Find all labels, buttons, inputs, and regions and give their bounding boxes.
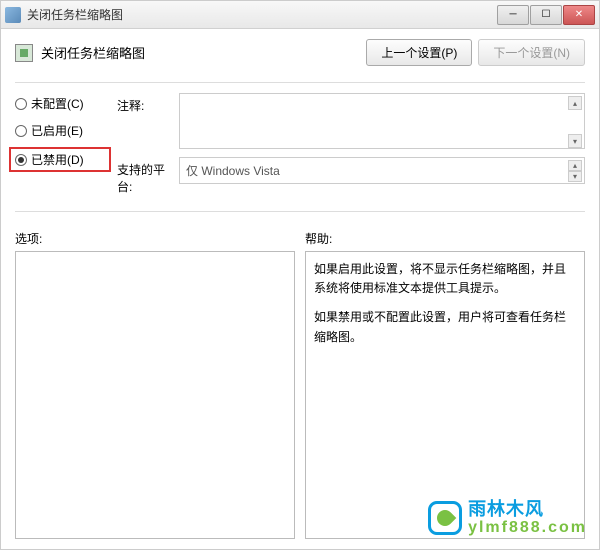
spin-down-icon[interactable]: ▾ — [568, 134, 582, 148]
watermark-text: 雨林木风 ylmf888.com — [468, 500, 587, 537]
minimize-button[interactable]: ─ — [497, 5, 529, 25]
comment-label: 注释: — [117, 93, 179, 114]
radio-disabled[interactable]: 已禁用(D) — [15, 151, 105, 168]
help-box: 如果启用此设置，将不显示任务栏缩略图，并且系统将使用标准文本提供工具提示。 如果… — [305, 251, 585, 539]
radio-enabled[interactable]: 已启用(E) — [15, 122, 105, 139]
platform-value: 仅 Windows Vista — [186, 164, 280, 178]
highlight-annotation: 已禁用(D) — [9, 147, 111, 172]
maximize-button[interactable]: ☐ — [530, 5, 562, 25]
radio-column: 未配置(C) 已启用(E) 已禁用(D) — [15, 93, 105, 203]
platform-row: 支持的平台: 仅 Windows Vista ▴ ▾ — [117, 157, 585, 195]
help-paragraph: 如果禁用或不配置此设置，用户将可查看任务栏缩略图。 — [314, 308, 576, 346]
app-icon — [5, 7, 21, 23]
divider — [15, 211, 585, 212]
help-paragraph: 如果启用此设置，将不显示任务栏缩略图，并且系统将使用标准文本提供工具提示。 — [314, 260, 576, 298]
leaf-icon — [434, 507, 457, 530]
next-setting-button: 下一个设置(N) — [478, 39, 585, 66]
window-controls: ─ ☐ ✕ — [496, 5, 595, 25]
comment-input[interactable]: ▴ ▾ — [179, 93, 585, 149]
radio-dot-icon — [15, 154, 27, 166]
platform-box: 仅 Windows Vista ▴ ▾ — [179, 157, 585, 184]
help-panel: 帮助: 如果启用此设置，将不显示任务栏缩略图，并且系统将使用标准文本提供工具提示… — [305, 230, 585, 539]
spin-buttons: ▴ ▾ — [568, 96, 582, 148]
watermark-logo-icon — [428, 501, 462, 535]
previous-setting-button[interactable]: 上一个设置(P) — [366, 39, 472, 66]
radio-label: 已启用(E) — [31, 122, 83, 139]
spin-buttons: ▴ ▾ — [568, 160, 582, 181]
divider — [15, 82, 585, 83]
radio-not-configured[interactable]: 未配置(C) — [15, 95, 105, 112]
platform-label: 支持的平台: — [117, 157, 179, 195]
nav-buttons: 上一个设置(P) 下一个设置(N) — [366, 39, 585, 66]
spin-up-icon[interactable]: ▴ — [568, 96, 582, 110]
fields-column: 注释: ▴ ▾ 支持的平台: 仅 Windows Vista ▴ ▾ — [117, 93, 585, 203]
spin-up-icon[interactable]: ▴ — [568, 160, 582, 171]
watermark: 雨林木风 ylmf888.com — [428, 500, 587, 537]
watermark-url: ylmf888.com — [468, 519, 587, 537]
radio-dot-icon — [15, 125, 27, 137]
spin-down-icon[interactable]: ▾ — [568, 171, 582, 182]
lower-section: 选项: 帮助: 如果启用此设置，将不显示任务栏缩略图，并且系统将使用标准文本提供… — [15, 230, 585, 539]
header-row: 关闭任务栏缩略图 上一个设置(P) 下一个设置(N) — [15, 39, 585, 66]
close-button[interactable]: ✕ — [563, 5, 595, 25]
watermark-brand: 雨林木风 — [468, 500, 587, 520]
radio-dot-icon — [15, 98, 27, 110]
policy-title: 关闭任务栏缩略图 — [41, 43, 366, 62]
comment-row: 注释: ▴ ▾ — [117, 93, 585, 149]
options-label: 选项: — [15, 230, 295, 247]
options-panel: 选项: — [15, 230, 295, 539]
policy-icon — [15, 44, 33, 62]
titlebar: 关闭任务栏缩略图 ─ ☐ ✕ — [1, 1, 599, 29]
radio-label: 已禁用(D) — [31, 151, 84, 168]
options-box — [15, 251, 295, 539]
content-area: 关闭任务栏缩略图 上一个设置(P) 下一个设置(N) 未配置(C) 已启用(E)… — [1, 29, 599, 549]
help-label: 帮助: — [305, 230, 585, 247]
radio-label: 未配置(C) — [31, 95, 84, 112]
window-title: 关闭任务栏缩略图 — [27, 6, 496, 23]
config-area: 未配置(C) 已启用(E) 已禁用(D) 注释: ▴ ▾ — [15, 93, 585, 203]
